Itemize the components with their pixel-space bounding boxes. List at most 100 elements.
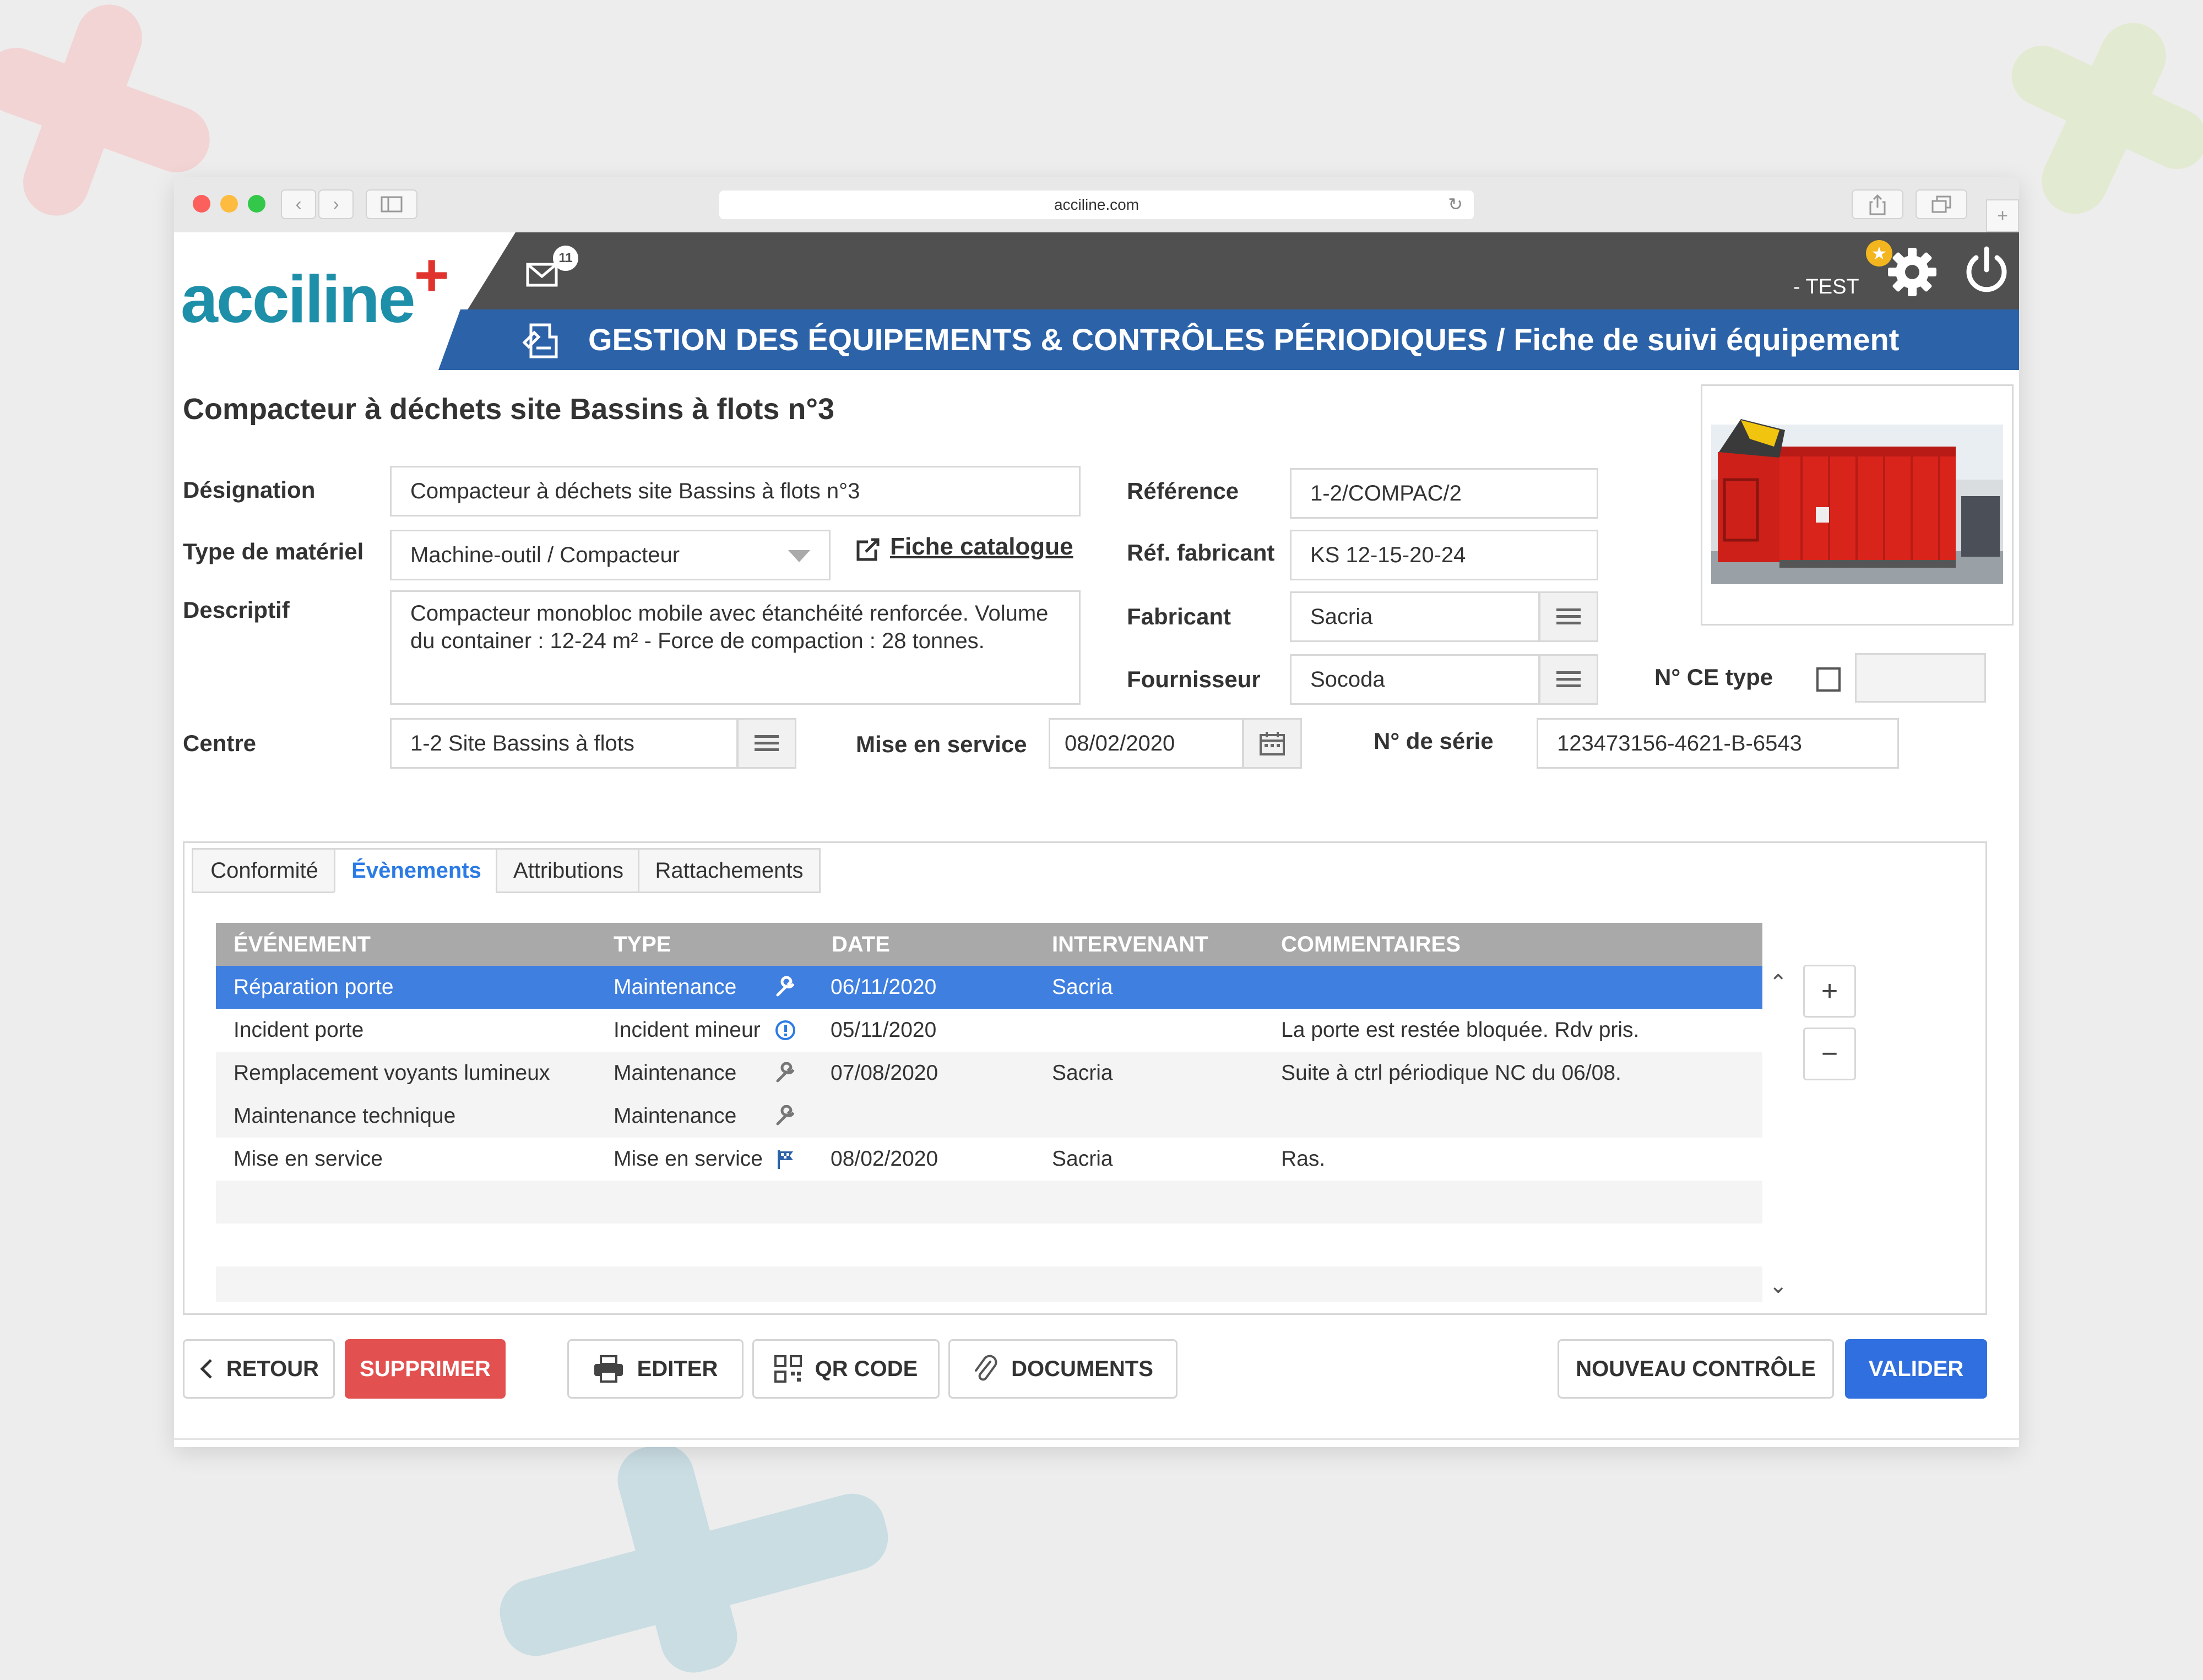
share-button[interactable] xyxy=(1852,189,1903,219)
mail-count-badge: 11 xyxy=(553,246,578,271)
cell-type: Incident mineur xyxy=(614,1018,761,1042)
empty-table-row xyxy=(216,1181,1762,1224)
table-row[interactable]: Réparation porte Maintenance 06/11/2020 … xyxy=(216,966,1762,1009)
table-row[interactable]: Incident porte Incident mineur 05/11/202… xyxy=(216,1009,1762,1052)
reload-icon[interactable]: ↻ xyxy=(1448,194,1463,215)
tabs-overview-button[interactable] xyxy=(1916,189,1967,219)
table-row[interactable]: Mise en service Mise en service 08/02/20… xyxy=(216,1138,1762,1181)
cell-evenement: Maintenance technique xyxy=(234,1104,456,1128)
column-header-type[interactable]: TYPE xyxy=(614,923,671,966)
zoom-window-button[interactable] xyxy=(248,195,265,213)
fabricant-list-button[interactable] xyxy=(1539,591,1598,642)
share-icon xyxy=(1869,194,1886,215)
retour-button[interactable]: RETOUR xyxy=(183,1339,335,1399)
cell-intervenant: Sacria xyxy=(1052,975,1113,999)
events-table-header: ÉVÉNEMENT TYPE DATE INTERVENANT COMMENTA… xyxy=(216,923,1762,966)
fournisseur-list-button[interactable] xyxy=(1539,654,1598,705)
back-button[interactable]: ‹ xyxy=(281,189,316,219)
documents-button[interactable]: DOCUMENTS xyxy=(948,1339,1178,1399)
chevron-down-icon xyxy=(788,550,810,562)
type-materiel-select[interactable]: Machine-outil / Compacteur xyxy=(390,530,831,580)
sidebar-toggle-button[interactable] xyxy=(366,189,417,219)
ref-fabricant-input[interactable]: KS 12-15-20-24 xyxy=(1290,530,1598,580)
mise-en-service-label: Mise en service xyxy=(856,731,1027,757)
column-header-date[interactable]: DATE xyxy=(832,923,890,966)
cell-date: 05/11/2020 xyxy=(831,1018,937,1042)
num-serie-label: N° de série xyxy=(1374,728,1494,754)
plus-icon: + xyxy=(1997,205,2008,226)
fabricant-label: Fabricant xyxy=(1127,604,1231,629)
fabricant-input[interactable]: Sacria xyxy=(1290,591,1540,642)
list-icon xyxy=(1556,671,1581,687)
centre-label: Centre xyxy=(183,730,257,756)
table-row[interactable]: Remplacement voyants lumineux Maintenanc… xyxy=(216,1052,1762,1095)
table-row[interactable]: Maintenance technique Maintenance xyxy=(216,1095,1762,1138)
reference-input[interactable]: 1-2/COMPAC/2 xyxy=(1290,468,1598,519)
nouveau-controle-button[interactable]: NOUVEAU CONTRÔLE xyxy=(1558,1339,1834,1399)
column-header-commentaires[interactable]: COMMENTAIRES xyxy=(1281,923,1461,966)
address-bar[interactable]: acciline.com ↻ xyxy=(719,191,1474,219)
list-icon xyxy=(755,735,779,751)
external-link-icon[interactable] xyxy=(855,536,881,563)
designation-label: Désignation xyxy=(183,477,316,503)
empty-table-row xyxy=(216,1224,1762,1266)
acciline-logo[interactable]: acciline+ xyxy=(181,245,449,333)
equipment-photo[interactable] xyxy=(1701,384,2014,626)
supprimer-button[interactable]: SUPPRIMER xyxy=(345,1339,506,1399)
tab-evenements[interactable]: Évènements xyxy=(334,848,499,893)
retour-label: RETOUR xyxy=(226,1356,319,1381)
type-materiel-label: Type de matériel xyxy=(183,539,364,564)
designation-input[interactable]: Compacteur à déchets site Bassins à flot… xyxy=(390,466,1081,516)
type-materiel-value: Machine-outil / Compacteur xyxy=(410,542,680,567)
scroll-down-icon[interactable]: ⌄ xyxy=(1769,1273,1788,1298)
tabs-icon xyxy=(1931,195,1951,213)
wrench-icon xyxy=(776,1105,795,1126)
cell-evenement: Remplacement voyants lumineux xyxy=(234,1061,550,1085)
mise-en-service-input[interactable]: 08/02/2020 xyxy=(1049,718,1244,769)
printer-icon xyxy=(594,1355,623,1383)
centre-list-button[interactable] xyxy=(737,718,796,769)
tab-conformite[interactable]: Conformité xyxy=(192,848,337,893)
cell-intervenant: Sacria xyxy=(1052,1147,1113,1171)
compactor-image xyxy=(1702,386,2012,624)
column-header-intervenant[interactable]: INTERVENANT xyxy=(1052,923,1208,966)
valider-button[interactable]: VALIDER xyxy=(1845,1339,1987,1399)
power-icon[interactable] xyxy=(1962,246,2011,296)
centre-input[interactable]: 1-2 Site Bassins à flots xyxy=(390,718,738,769)
close-window-button[interactable] xyxy=(193,195,210,213)
fournisseur-input[interactable]: Socoda xyxy=(1290,654,1540,705)
tab-attributions[interactable]: Attributions xyxy=(496,848,641,893)
add-event-button[interactable]: + xyxy=(1803,965,1856,1018)
forward-button[interactable]: › xyxy=(318,189,354,219)
gear-icon[interactable] xyxy=(1887,247,1938,297)
window-bottom-edge xyxy=(174,1438,2019,1440)
num-serie-input[interactable]: 123473156-4621-B-6543 xyxy=(1537,718,1899,769)
paperclip-icon xyxy=(975,1355,997,1381)
cell-evenement: Incident porte xyxy=(234,1018,364,1042)
chevron-right-icon: › xyxy=(333,193,339,215)
empty-table-row xyxy=(216,1266,1762,1302)
list-icon xyxy=(1556,608,1581,624)
user-label[interactable]: - TEST xyxy=(1793,275,1859,299)
ce-type-checkbox[interactable] xyxy=(1816,667,1841,692)
remove-event-button[interactable]: − xyxy=(1803,1027,1856,1080)
new-tab-button[interactable]: + xyxy=(1986,199,2019,232)
fiche-catalogue-link[interactable]: Fiche catalogue xyxy=(890,533,1073,561)
date-picker-button[interactable] xyxy=(1242,718,1302,769)
scroll-up-icon[interactable]: ⌃ xyxy=(1769,970,1788,996)
reference-label: Référence xyxy=(1127,478,1239,504)
cell-type: Maintenance xyxy=(614,1104,737,1128)
cell-date: 08/02/2020 xyxy=(831,1147,938,1171)
app-header: acciline+ 11 - TEST ★ GESTION DES ÉQUIPE… xyxy=(174,232,2019,370)
editer-label: EDITER xyxy=(637,1356,718,1381)
editer-button[interactable]: EDITER xyxy=(567,1339,744,1399)
cell-evenement: Réparation porte xyxy=(234,975,394,999)
ce-type-input[interactable] xyxy=(1855,653,1986,703)
qr-code-button[interactable]: QR CODE xyxy=(752,1339,940,1399)
browser-titlebar: ‹ › acciline.com ↻ + xyxy=(174,177,2019,233)
minimize-window-button[interactable] xyxy=(220,195,238,213)
cell-date: 06/11/2020 xyxy=(831,975,937,999)
tab-rattachements[interactable]: Rattachements xyxy=(638,848,821,893)
column-header-evenement[interactable]: ÉVÉNEMENT xyxy=(234,923,371,966)
descriptif-textarea[interactable]: Compacteur monobloc mobile avec étanchéi… xyxy=(390,590,1081,705)
